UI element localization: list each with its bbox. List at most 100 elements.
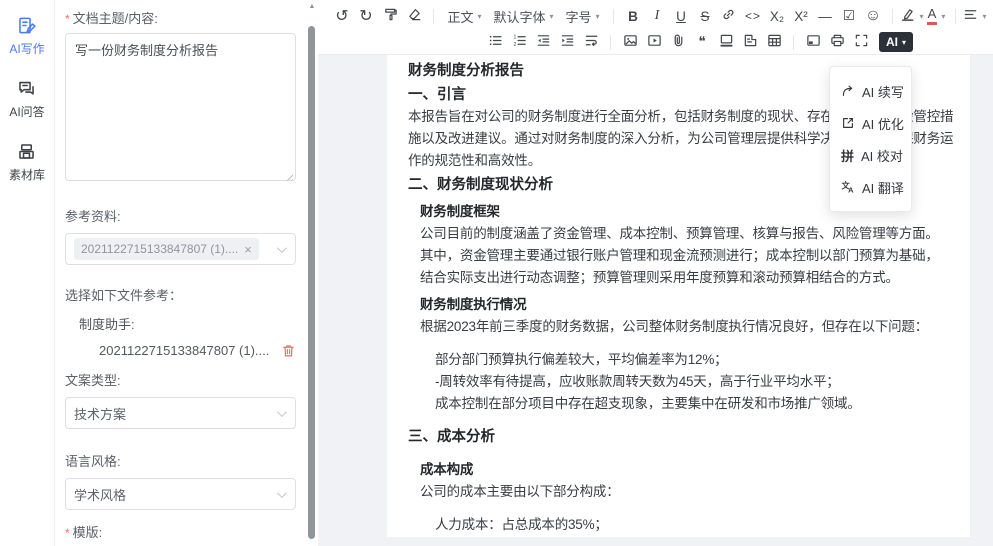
text-wrap-icon[interactable]	[580, 31, 602, 53]
image-icon[interactable]	[619, 31, 641, 53]
video-icon[interactable]	[643, 31, 665, 53]
superscript-icon[interactable]: X²	[790, 5, 812, 27]
format-painter-icon[interactable]	[379, 5, 401, 27]
subscript-icon[interactable]: X₂	[766, 5, 788, 27]
link-icon[interactable]	[718, 5, 740, 27]
language-style-label: 语言风格:	[65, 451, 296, 470]
ai-continue-icon	[841, 84, 855, 98]
language-style-select[interactable]: 学术风格	[65, 478, 296, 510]
italic-icon[interactable]: I	[646, 5, 668, 27]
doc-line: 公司的成本主要由以下部分构成：	[420, 481, 950, 503]
caret-down-icon: ▾	[919, 12, 923, 21]
copy-type-label: 文案类型:	[65, 370, 296, 389]
reference-select[interactable]: 2021122715133847807 (1).... ×	[65, 233, 296, 265]
topic-label: *文档主题/内容:	[65, 8, 296, 27]
ai-proofread-icon: 拼	[841, 146, 854, 165]
template-label: *模版:	[65, 522, 296, 541]
selected-file-row: 2021122715133847807 (1)....	[65, 343, 296, 358]
clear-format-icon[interactable]	[403, 5, 425, 27]
indent-icon[interactable]	[556, 31, 578, 53]
rail-item-ai-qa[interactable]: AI问答	[9, 79, 44, 120]
blockquote-icon[interactable]: ❝	[691, 31, 713, 53]
rail-item-library[interactable]: 素材库	[9, 142, 45, 183]
ai-translate-item[interactable]: AI 翻译	[830, 171, 911, 203]
doc-line: 财务制度执行情况	[420, 294, 950, 316]
ai-continue-item[interactable]: AI 续写	[830, 75, 911, 107]
font-family-dropdown[interactable]: 默认字体 ▾	[489, 5, 558, 27]
doc-line: 三、成本分析	[408, 426, 950, 448]
caret-down-icon: ▾	[595, 12, 599, 21]
outdent-icon[interactable]	[532, 31, 554, 53]
undo-icon[interactable]: ↺	[331, 5, 353, 27]
align-dropdown[interactable]: ▾	[964, 5, 986, 27]
doc-line: -周转效率有待提高，应收账款周转天数为45天，高于行业平均水平；	[435, 371, 950, 393]
code-block-icon[interactable]	[739, 31, 761, 53]
chevron-down-icon	[277, 243, 287, 253]
ai-write-form-panel: *文档主题/内容: 写一份财务制度分析报告 参考资料: 202112271513…	[55, 0, 306, 546]
caret-down-icon: ▾	[902, 38, 906, 47]
archive-icon	[17, 142, 37, 162]
editor-area: ↺ ↻	[318, 0, 993, 546]
table-icon[interactable]	[763, 31, 785, 53]
caret-down-icon: ▾	[941, 12, 945, 21]
rail-item-ai-write[interactable]: AI写作	[9, 16, 44, 57]
caret-down-icon: ▾	[550, 12, 554, 21]
caret-down-icon: ▾	[478, 12, 482, 21]
selected-file-name: 2021122715133847807 (1)....	[99, 343, 269, 358]
doc-line: 人力成本：占总成本的35%；	[435, 514, 950, 536]
reference-label: 参考资料:	[65, 206, 296, 225]
toolbar-separator	[892, 9, 893, 24]
required-asterisk: *	[65, 526, 70, 540]
highlight-color-icon[interactable]: ▾	[901, 5, 923, 27]
paragraph-style-dropdown[interactable]: 正文 ▾	[442, 5, 487, 27]
redo-icon[interactable]: ↻	[355, 5, 377, 27]
doc-line: 结合实际支出进行动态调整；预算管理则采用年度预算和滚动预算相结合的方式。	[420, 267, 950, 289]
reference-file-tag: 2021122715133847807 (1).... ×	[74, 238, 259, 260]
copy-type-select[interactable]: 技术方案	[65, 397, 296, 429]
reference-file-tag-text: 2021122715133847807 (1)....	[81, 242, 238, 256]
strikethrough-icon[interactable]: S	[694, 5, 716, 27]
chat-icon	[17, 79, 37, 99]
doc-line: 成本构成	[420, 459, 950, 481]
delete-file-icon[interactable]	[281, 343, 296, 358]
ai-optimize-icon	[841, 116, 855, 130]
doc-line: 根据2023年前三季度的财务数据，公司整体财务制度执行情况良好，但存在以下问题：	[420, 316, 950, 338]
inline-code-icon[interactable]: <>	[742, 5, 764, 27]
toolbar-separator	[955, 9, 956, 24]
editor-toolbar: ↺ ↻	[318, 0, 993, 55]
font-color-icon[interactable]: A ▾	[925, 5, 947, 27]
doc-pen-icon	[17, 16, 37, 36]
task-list-icon[interactable]: ☑	[838, 5, 860, 27]
doc-line: 成本控制在部分项目中存在超支现象，主要集中在研发和市场推广领域。	[435, 393, 950, 415]
toolbar-separator	[793, 35, 794, 50]
divider-block-icon[interactable]	[715, 31, 737, 53]
ai-optimize-item[interactable]: AI 优化	[830, 107, 911, 139]
doc-line: 其中，资金管理主要通过银行账户管理和现金流预测进行；成本控制以部门预算为基础，	[420, 245, 950, 267]
scrollbar-thumb[interactable]	[308, 26, 315, 539]
copy-type-value: 技术方案	[74, 404, 126, 423]
toolbar-separator	[433, 9, 434, 24]
panel-icon[interactable]	[802, 31, 824, 53]
chevron-down-icon	[277, 407, 287, 417]
scroll-up-icon[interactable]: ▲	[306, 3, 318, 10]
toolbar-row-2: ❝	[330, 29, 987, 55]
underline-icon[interactable]: U	[670, 5, 692, 27]
ai-dropdown-button[interactable]: AI ▾	[879, 32, 913, 52]
tag-close-icon[interactable]: ×	[244, 243, 252, 256]
font-size-dropdown[interactable]: 字号 ▾	[560, 5, 605, 27]
bold-icon[interactable]: B	[622, 5, 644, 27]
horizontal-rule-icon[interactable]: —	[814, 5, 836, 27]
ordered-list-icon[interactable]	[508, 31, 530, 53]
panel-scrollbar[interactable]: ▲	[306, 0, 318, 546]
topic-input[interactable]: 写一份财务制度分析报告	[65, 33, 296, 181]
fullscreen-icon[interactable]	[850, 31, 872, 53]
toolbar-separator	[613, 9, 614, 24]
ai-translate-icon	[841, 180, 855, 194]
emoji-icon[interactable]: ☺	[862, 5, 884, 27]
bullet-list-icon[interactable]	[484, 31, 506, 53]
ai-dropdown-menu: AI 续写 AI 优化 拼 AI 校对 AI 翻译	[829, 66, 912, 212]
ai-proofread-item[interactable]: 拼 AI 校对	[830, 139, 911, 171]
print-icon[interactable]	[826, 31, 848, 53]
app-window: AI写作 AI问答 素材库 *文档主题/内容: 写一份财务制度分析报告 参考资料…	[0, 0, 993, 546]
attachment-icon[interactable]	[667, 31, 689, 53]
